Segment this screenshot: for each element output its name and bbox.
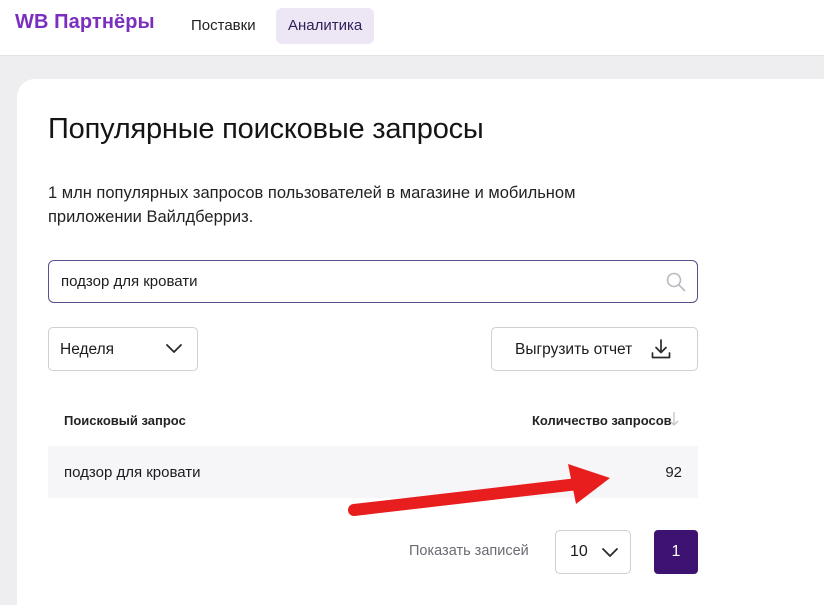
column-header-count[interactable]: Количество запросов [532,413,672,428]
page-title: Популярные поисковые запросы [48,113,484,145]
pagination-page-button[interactable]: 1 [654,530,698,574]
search-input[interactable] [61,261,651,301]
brand-logo[interactable]: WB Партнёры [15,11,155,34]
sort-arrow-icon[interactable] [668,411,680,427]
page-size-select[interactable]: 10 [555,530,631,574]
row-count: 92 [665,464,682,481]
page-description: 1 млн популярных запросов пользователей … [48,184,576,226]
export-report-button[interactable]: Выгрузить отчет [491,327,698,371]
search-icon[interactable] [665,271,687,293]
page-size-value: 10 [570,543,588,560]
export-report-label: Выгрузить отчет [515,341,633,358]
top-bar: WB Партнёры Поставки Аналитика [0,0,824,56]
download-icon [651,339,671,359]
period-select[interactable]: Неделя [48,327,198,371]
period-select-value: Неделя [60,341,115,358]
row-query: подзор для кровати [64,464,201,481]
chevron-down-icon [602,548,618,557]
search-box[interactable] [48,260,698,303]
tab-supplies[interactable]: Поставки [179,8,268,44]
column-header-query: Поисковый запрос [64,413,186,428]
annotation-arrow-icon [348,464,610,516]
tab-analytics[interactable]: Аналитика [276,8,375,44]
page-size-label: Показать записей [409,543,529,559]
chevron-down-icon [166,344,182,353]
